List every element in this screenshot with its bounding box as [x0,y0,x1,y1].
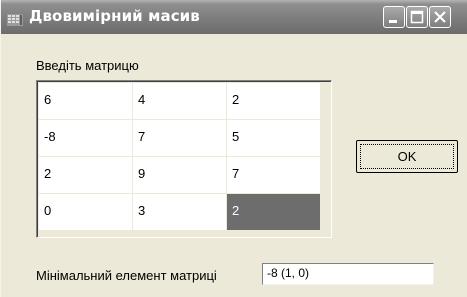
matrix-cell[interactable]: -8 [39,120,132,156]
main-window: Двовимірний масив Введіть матрицю 6 4 2 -8 7… [0,0,467,297]
min-element-field[interactable]: -8 (1, 0) [262,263,434,285]
matrix-cell[interactable]: 2 [227,83,320,119]
matrix-grid[interactable]: 6 4 2 -8 7 5 2 9 7 0 3 2 [36,80,332,238]
matrix-cell[interactable]: 0 [39,194,132,230]
close-button[interactable] [429,6,451,28]
minimize-button[interactable] [383,6,405,28]
ok-button[interactable]: OK [356,140,458,173]
matrix-cell[interactable]: 2 [39,157,132,193]
matrix-cell[interactable]: 3 [133,194,226,230]
matrix-cell[interactable]: 2 [227,194,320,230]
maximize-button[interactable] [406,6,428,28]
maximize-icon [410,10,424,24]
matrix-cell[interactable]: 6 [39,83,132,119]
result-label: Мінімальний елемент матриці [36,268,217,283]
matrix-cell[interactable]: 5 [227,120,320,156]
matrix-cell[interactable]: 9 [133,157,226,193]
ok-button-label: OK [397,149,417,164]
window-title: Двовимірний масив [29,7,200,25]
title-bar[interactable]: Двовимірний масив [1,0,467,34]
matrix-grid-body: 6 4 2 -8 7 5 2 9 7 0 3 2 [37,81,331,237]
matrix-label: Введіть матрицю [36,58,139,73]
matrix-cell[interactable]: 7 [227,157,320,193]
app-window-icon[interactable] [7,11,23,26]
matrix-cell[interactable]: 7 [133,120,226,156]
minimize-icon [389,20,397,23]
matrix-cell[interactable]: 4 [133,83,226,119]
close-icon [434,11,446,23]
